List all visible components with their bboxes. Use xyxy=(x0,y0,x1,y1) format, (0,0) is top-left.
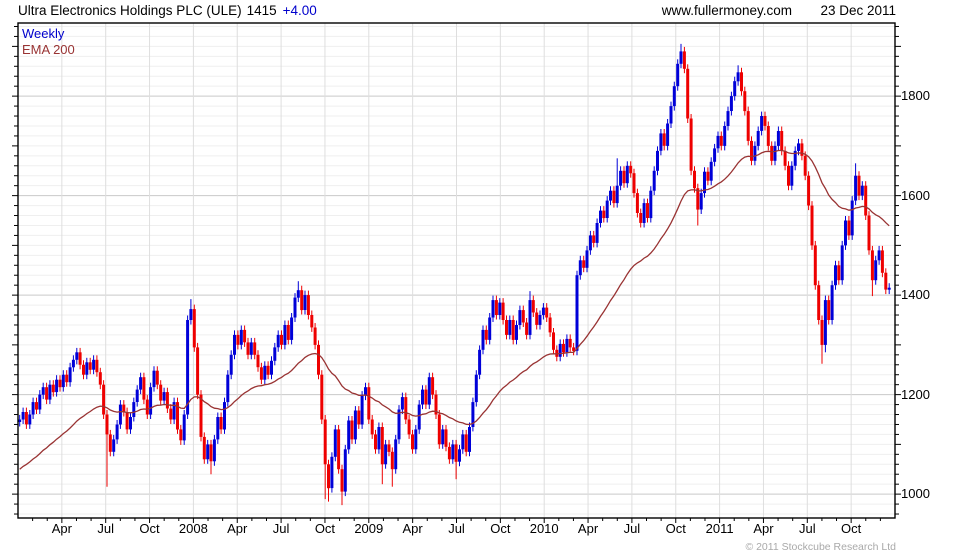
x-axis-label: 2011 xyxy=(705,521,734,536)
fullermoney-chart-page: { "header": { "title": "Ultra Electronic… xyxy=(0,0,980,560)
chart-legend: Weekly EMA 200 xyxy=(22,26,75,58)
chart-date: 23 Dec 2011 xyxy=(820,3,896,18)
x-axis-label: Apr xyxy=(753,521,774,536)
x-axis-label: Oct xyxy=(665,521,686,536)
x-axis-label: Apr xyxy=(51,521,72,536)
y-axis-label: 1400 xyxy=(901,287,930,303)
x-axis-label: Oct xyxy=(841,521,862,536)
x-axis-label: 2009 xyxy=(354,521,384,536)
x-axis-label: Oct xyxy=(490,521,511,536)
instrument-name: Ultra Electronics Holdings PLC (ULE) xyxy=(18,3,242,18)
x-axis-label: 2010 xyxy=(529,521,559,536)
last-price: 1415 xyxy=(246,3,277,18)
x-axis-label: Oct xyxy=(139,521,160,536)
grid xyxy=(12,22,901,523)
copyright-notice: © 2011 Stockcube Research Ltd xyxy=(745,541,896,553)
chart-title: Ultra Electronics Holdings PLC (ULE) 1415… xyxy=(18,3,317,18)
price-change: +4.00 xyxy=(282,3,317,18)
x-axis-label: Jul xyxy=(798,521,816,536)
x-axis-label: Apr xyxy=(227,521,248,536)
x-axis-label: 2008 xyxy=(178,521,208,536)
x-axis-label: Jul xyxy=(623,521,641,536)
y-axis-label: 1600 xyxy=(901,187,930,203)
y-axis-label: 1200 xyxy=(901,386,930,402)
candlestick-chart xyxy=(12,22,901,523)
y-axis-label: 1000 xyxy=(901,486,930,502)
x-axis-label: Oct xyxy=(314,521,336,536)
x-axis-label: Jul xyxy=(448,521,465,536)
x-axis-label: Jul xyxy=(97,521,114,536)
legend-timeframe: Weekly xyxy=(22,26,65,41)
x-axis-label: Jul xyxy=(272,521,290,536)
site-url: www.fullermoney.com xyxy=(661,3,792,18)
x-axis-label: Apr xyxy=(577,521,599,536)
legend-ema: EMA 200 xyxy=(22,42,75,57)
x-axis-label: Apr xyxy=(402,521,423,536)
y-axis-label: 1800 xyxy=(901,88,930,104)
